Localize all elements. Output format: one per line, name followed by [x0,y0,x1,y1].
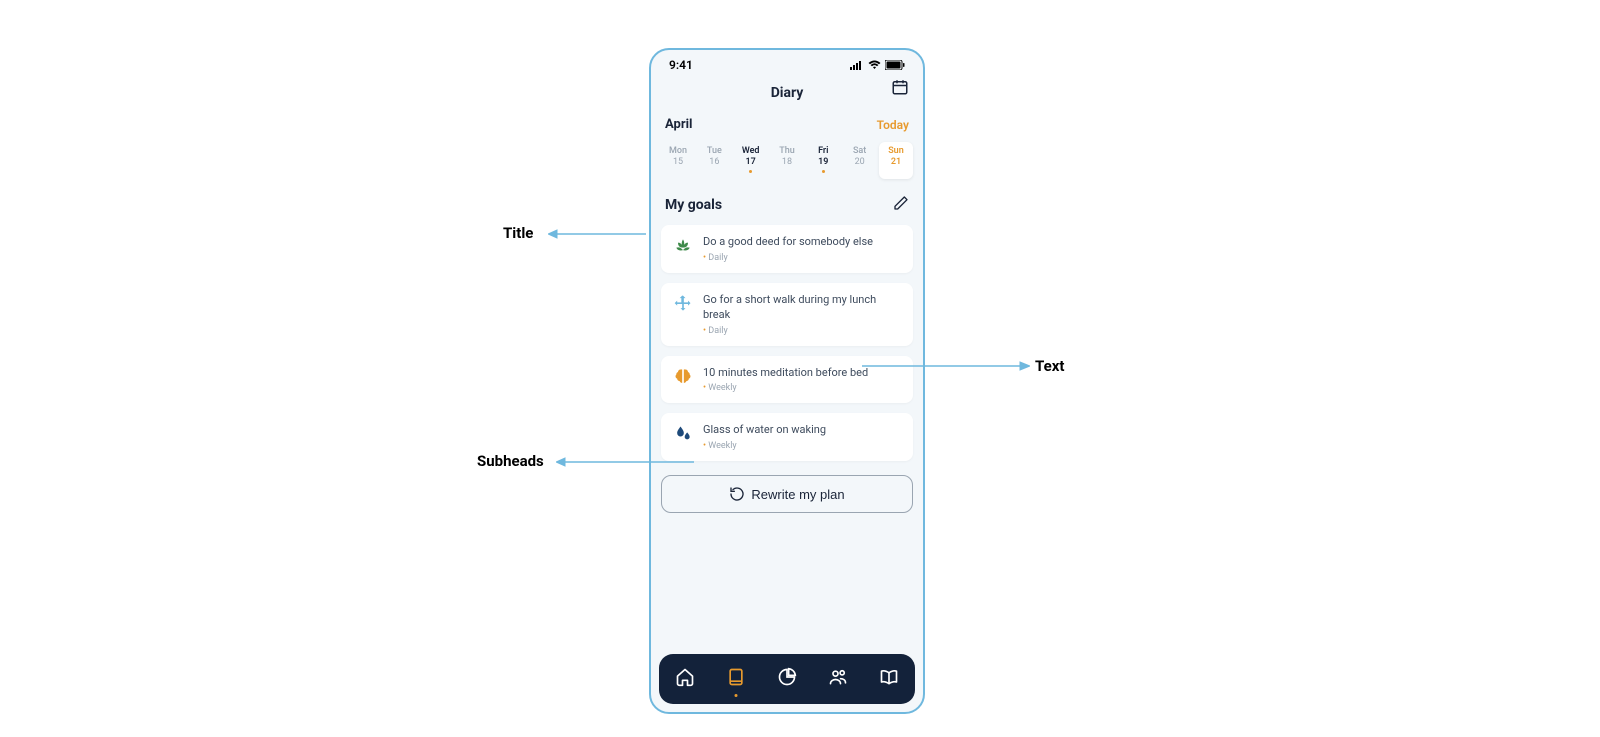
goal-text: Glass of water on waking Weekly [703,423,901,451]
signal-icon [850,60,864,70]
phone-frame: 9:41 Diary April Today Mon15Tue16Wed17Th… [649,48,925,714]
goal-title: Do a good deed for somebody else [703,235,901,250]
day-num: 16 [697,157,731,167]
goals-list: Do a good deed for somebody else Daily Go … [651,225,923,461]
day-cell-sat[interactable]: Sat20 [843,142,877,179]
goal-card[interactable]: Go for a short walk during my lunch brea… [661,283,913,346]
goals-title: My goals [665,197,722,213]
day-num: 18 [770,157,804,167]
goal-title: Go for a short walk during my lunch brea… [703,293,901,323]
book-icon [726,667,746,687]
day-name: Sun [879,146,913,156]
nav-diary[interactable] [726,667,746,691]
goal-cadence: Weekly [703,383,901,393]
day-cell-thu[interactable]: Thu18 [770,142,804,179]
day-num: 19 [806,157,840,167]
annotation-arrow [860,360,1030,372]
month-label: April [665,117,692,132]
today-link[interactable]: Today [877,118,909,132]
day-num: 17 [734,157,768,167]
goal-cadence: Daily [703,326,901,336]
calendar-button[interactable] [891,78,909,100]
day-cell-fri[interactable]: Fri19 [806,142,840,179]
day-cell-sun[interactable]: Sun21 [879,142,913,179]
goal-text: Do a good deed for somebody else Daily [703,235,901,263]
annotation-subheads: Subheads [477,452,544,470]
day-name: Wed [734,146,768,156]
day-indicator-dot [749,170,752,173]
goal-text: Go for a short walk during my lunch brea… [703,293,901,336]
status-bar: 9:41 [651,50,923,76]
refresh-icon [729,486,745,502]
screen-header: Diary [651,76,923,107]
calendar-icon [891,78,909,96]
wifi-icon [868,60,881,70]
nav-library[interactable] [879,667,899,691]
page-title: Diary [771,85,804,101]
chart-icon [777,667,797,687]
nav-people[interactable] [828,667,848,691]
lotus-icon [673,236,693,256]
annotation-arrow [548,228,648,240]
day-num: 15 [661,157,695,167]
pencil-icon [893,195,909,211]
goal-card[interactable]: Glass of water on waking Weekly [661,413,913,461]
goals-header: My goals [651,189,923,225]
annotation-text: Text [1035,357,1064,375]
day-num: 21 [879,157,913,167]
nav-home[interactable] [675,667,695,691]
goal-cadence: Daily [703,253,901,263]
day-indicator-dot [822,170,825,173]
home-icon [675,667,695,687]
day-name: Fri [806,146,840,156]
open-book-icon [879,667,899,687]
day-cell-mon[interactable]: Mon15 [661,142,695,179]
annotation-arrow [556,456,696,468]
annotation-title: Title [503,224,533,242]
people-icon [828,667,848,687]
battery-icon [885,60,905,70]
status-time: 9:41 [669,58,693,72]
day-num: 20 [843,157,877,167]
day-name: Mon [661,146,695,156]
day-cell-tue[interactable]: Tue16 [697,142,731,179]
move-icon [673,294,693,314]
bottom-nav [659,654,915,704]
status-icons [850,60,905,70]
nav-active-dot [734,694,737,697]
goal-card[interactable]: Do a good deed for somebody else Daily [661,225,913,273]
day-name: Thu [770,146,804,156]
month-row: April Today [651,107,923,138]
week-calendar: Mon15Tue16Wed17Thu18Fri19Sat20Sun21 [651,138,923,189]
rewrite-label: Rewrite my plan [751,487,844,502]
brain-icon [673,367,693,387]
day-cell-wed[interactable]: Wed17 [734,142,768,179]
goal-cadence: Weekly [703,441,901,451]
edit-goals-button[interactable] [893,195,909,215]
goal-title: Glass of water on waking [703,423,901,438]
rewrite-plan-button[interactable]: Rewrite my plan [661,475,913,513]
day-name: Sat [843,146,877,156]
day-name: Tue [697,146,731,156]
droplets-icon [673,424,693,444]
nav-stats[interactable] [777,667,797,691]
